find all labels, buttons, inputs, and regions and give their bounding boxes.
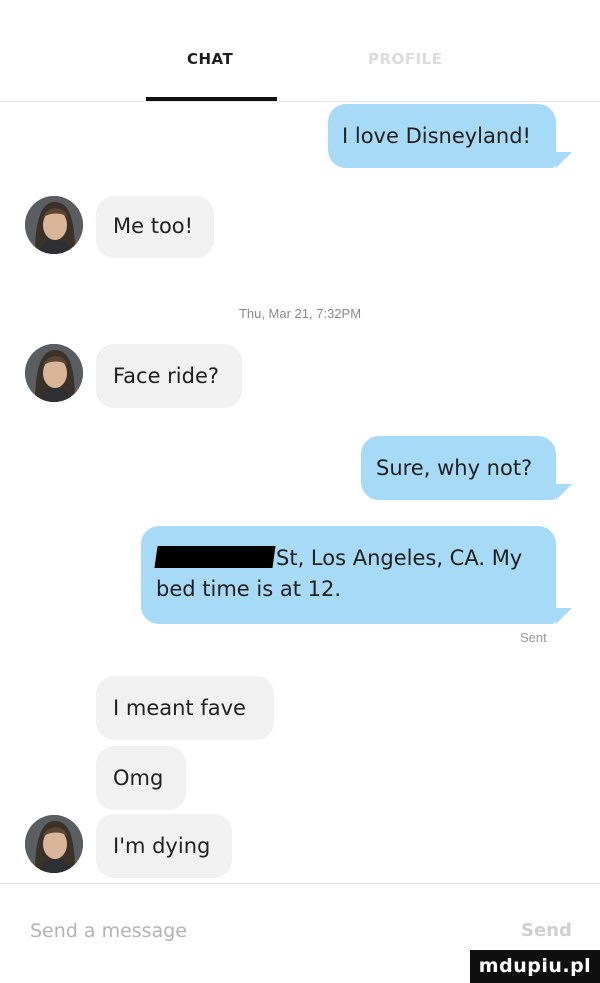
tab-profile[interactable]: PROFILE <box>368 50 442 68</box>
watermark-logo: mdupiu.pl <box>470 950 600 983</box>
avatar-photo-icon <box>25 815 83 873</box>
avatar-photo-icon <box>25 196 83 254</box>
message-bubble-incoming: I'm dying <box>96 814 232 878</box>
tab-chat[interactable]: CHAT <box>187 50 233 68</box>
message-text: I'm dying <box>113 834 211 858</box>
redaction-block <box>154 546 276 568</box>
active-tab-indicator <box>146 97 277 101</box>
message-text: Sure, why not? <box>376 456 533 480</box>
message-bubble-outgoing: I love Disneyland! <box>328 104 556 168</box>
message-line: St, Los Angeles, CA. My <box>154 543 556 574</box>
tab-bar: CHAT PROFILE <box>0 0 600 102</box>
avatar[interactable] <box>25 196 83 254</box>
message-bubble-incoming: Omg <box>96 746 186 810</box>
send-button[interactable]: Send <box>521 920 572 941</box>
bubble-tail <box>556 152 572 168</box>
message-text: bed time is at 12. <box>156 577 342 601</box>
message-line: bed time is at 12. <box>156 574 556 605</box>
bubble-tail <box>556 484 572 500</box>
message-bubble-incoming: Me too! <box>96 196 214 258</box>
message-bubble-outgoing: Sure, why not? <box>361 436 556 500</box>
bubble-tail <box>556 608 572 624</box>
avatar-photo-icon <box>25 344 83 402</box>
message-text: I meant fave <box>113 696 246 720</box>
sent-status: Sent <box>520 630 547 645</box>
message-text: Omg <box>113 766 164 790</box>
message-text: Face ride? <box>113 364 220 388</box>
avatar[interactable] <box>25 815 83 873</box>
avatar[interactable] <box>25 344 83 402</box>
message-input[interactable] <box>30 920 330 942</box>
message-bubble-incoming: Face ride? <box>96 344 242 408</box>
message-bubble-incoming: I meant fave <box>96 676 274 740</box>
message-text: I love Disneyland! <box>342 124 531 148</box>
message-bubble-outgoing: St, Los Angeles, CA. My bed time is at 1… <box>141 526 556 624</box>
message-text: Me too! <box>113 214 194 238</box>
message-text: St, Los Angeles, CA. My <box>276 546 523 570</box>
message-timestamp: Thu, Mar 21, 7:32PM <box>238 306 362 321</box>
